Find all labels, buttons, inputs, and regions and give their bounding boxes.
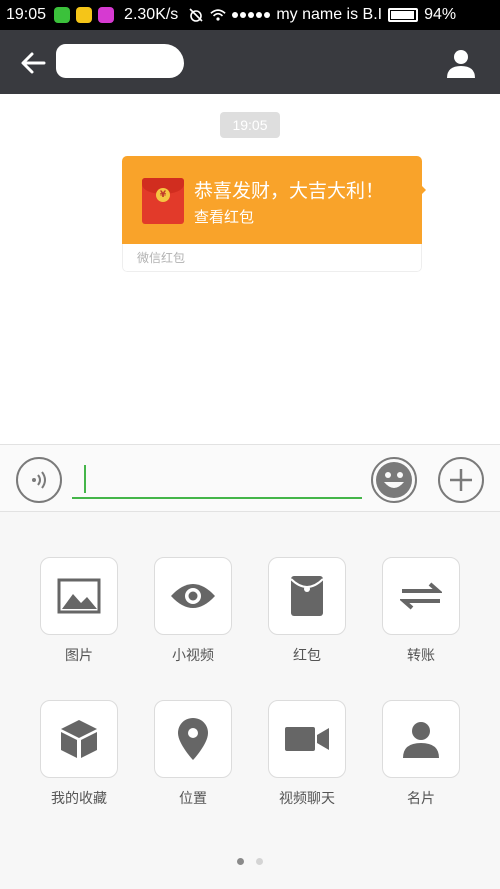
- tool-label: 我的收藏: [51, 791, 107, 807]
- tool-red-packet[interactable]: 红包: [267, 557, 347, 665]
- voice-icon[interactable]: [16, 457, 62, 503]
- arrow-left-icon[interactable]: [18, 48, 48, 78]
- cube-icon[interactable]: [40, 700, 118, 778]
- tool-short-video[interactable]: 小视频: [153, 557, 233, 665]
- status-time: 19:05: [6, 6, 47, 23]
- input-bar: [0, 444, 500, 512]
- tool-transfer[interactable]: 转账: [381, 557, 461, 665]
- wechat-notification-icon: [54, 7, 71, 23]
- tool-label: 名片: [407, 791, 435, 807]
- tool-location[interactable]: 位置: [153, 700, 233, 808]
- emoji-icon[interactable]: [371, 457, 417, 503]
- page-dot-active[interactable]: [237, 858, 244, 865]
- video-notification-icon: [98, 7, 115, 23]
- wifi-icon: [210, 7, 226, 23]
- eye-icon[interactable]: [154, 557, 232, 635]
- chat-header: [0, 30, 500, 94]
- contact-name-redacted: [56, 44, 184, 78]
- red-packet-action: 查看红包: [194, 208, 255, 226]
- video-camera-icon[interactable]: [268, 700, 346, 778]
- tool-label: 转账: [407, 648, 435, 664]
- tool-favorites[interactable]: 我的收藏: [39, 700, 119, 808]
- image-icon[interactable]: [40, 557, 118, 635]
- page-dot-inactive[interactable]: [256, 858, 263, 865]
- tool-label: 视频聊天: [279, 791, 335, 807]
- tool-contact-card[interactable]: 名片: [381, 700, 461, 808]
- network-speed: 2.30K/s: [124, 6, 179, 23]
- plus-icon[interactable]: [438, 457, 484, 503]
- bubble-tail: [418, 182, 426, 198]
- more-functions-panel: 图片 小视频 红包 转账 我的收藏 位置 视频聊天 名片: [0, 512, 500, 889]
- message-input[interactable]: [72, 461, 362, 499]
- carrier-name: my name is B.I: [276, 6, 383, 23]
- person-icon[interactable]: [444, 46, 478, 80]
- page-indicator: [0, 858, 500, 865]
- signal-strength-icon: [232, 12, 271, 18]
- battery-icon: [388, 8, 419, 22]
- tool-label: 红包: [293, 648, 321, 664]
- tool-image[interactable]: 图片: [39, 557, 119, 665]
- tool-video-chat[interactable]: 视频聊天: [267, 700, 347, 808]
- tool-label: 位置: [179, 791, 207, 807]
- contact-card-icon[interactable]: [382, 700, 460, 778]
- status-bar: 19:05 2.30K/s my name is B.I 94%: [0, 0, 500, 30]
- battery-percent: 94%: [424, 6, 457, 23]
- text-cursor: [84, 465, 86, 493]
- red-packet-icon: ¥: [142, 178, 184, 224]
- red-packet-title: 恭喜发财，大吉大利！: [194, 180, 385, 202]
- location-pin-icon[interactable]: [154, 700, 232, 778]
- tool-label: 图片: [65, 648, 93, 664]
- red-packet-message[interactable]: ¥ 恭喜发财，大吉大利！ 查看红包 微信红包: [122, 156, 422, 272]
- red-packet-icon[interactable]: [268, 557, 346, 635]
- message-timestamp: 19:05: [220, 112, 280, 138]
- red-packet-label: 微信红包: [137, 251, 186, 265]
- red-packet-footer: 微信红包: [122, 244, 422, 272]
- message-list[interactable]: 19:05 ¥ 恭喜发财，大吉大利！ 查看红包 微信红包: [0, 94, 500, 444]
- alarm-off-icon: [188, 7, 204, 23]
- message-notification-icon: [76, 7, 93, 23]
- red-packet-body[interactable]: ¥ 恭喜发财，大吉大利！ 查看红包: [122, 156, 422, 244]
- tool-label: 小视频: [172, 648, 214, 664]
- transfer-icon[interactable]: [382, 557, 460, 635]
